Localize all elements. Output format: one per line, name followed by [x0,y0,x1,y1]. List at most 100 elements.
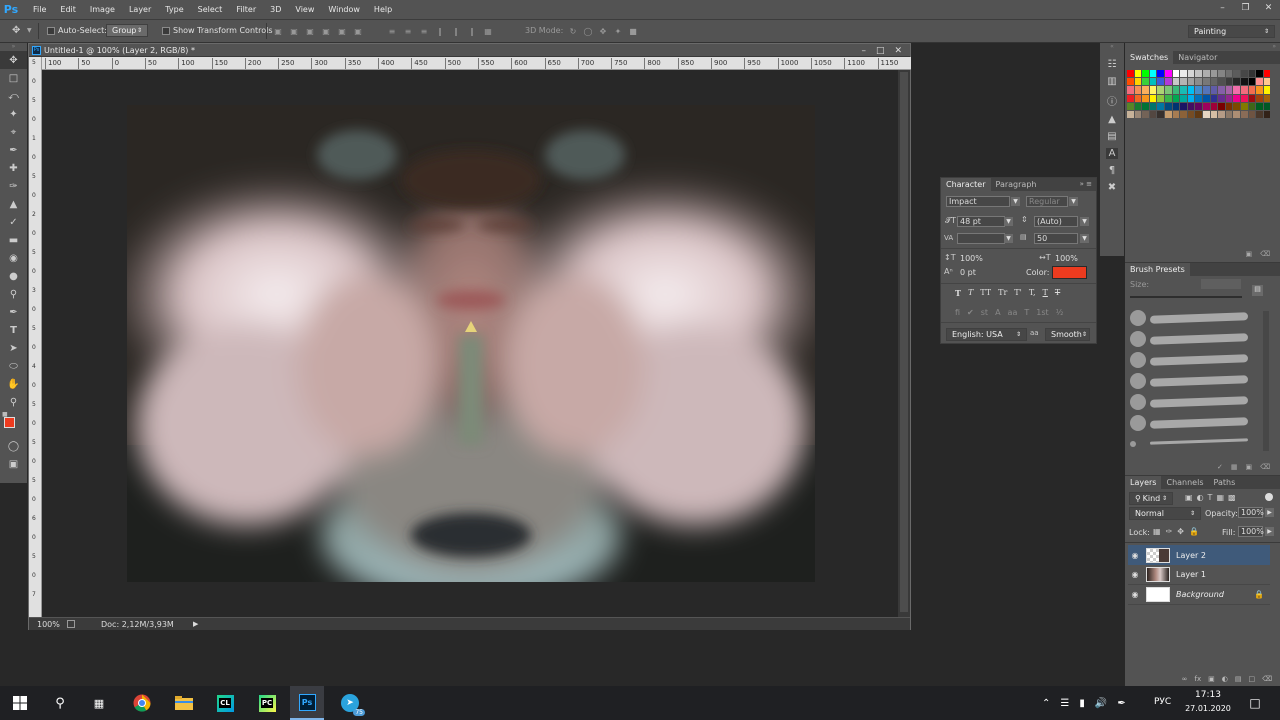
color-swatch[interactable] [1142,70,1149,78]
color-swatch[interactable] [1172,94,1180,102]
color-swatch[interactable] [1195,111,1202,119]
color-swatch[interactable] [1241,70,1248,78]
align-vcenter-icon[interactable]: ▣ [288,25,300,37]
dodge-tool-icon[interactable]: ⚲ [0,285,27,303]
language-indicator[interactable]: РУС [1154,697,1171,707]
layer-row-layer-1[interactable]: ◉ Layer 1 [1128,565,1270,585]
color-swatch[interactable] [1187,102,1195,110]
color-swatch[interactable] [1203,102,1210,110]
paint-bucket-tool-icon[interactable]: ◉ [0,249,27,267]
filter-adjustment-icon[interactable]: ◐ [1197,493,1204,502]
color-swatch[interactable] [1127,102,1134,110]
layer-row-background[interactable]: ◉ Background 🔒 [1128,585,1270,605]
close-icon[interactable]: ✕ [1257,0,1280,15]
color-swatch[interactable] [1142,111,1149,119]
menu-edit[interactable]: Edit [53,0,83,19]
vertical-scale-field[interactable]: 100% [957,253,993,264]
restore-icon[interactable]: ❐ [1234,0,1257,15]
ligatures-icon[interactable]: fi [955,308,960,317]
brush-size-field[interactable] [1201,279,1241,289]
color-swatch[interactable] [1149,70,1157,78]
ordinals-icon[interactable]: T [1024,308,1029,317]
3d-rotate-icon[interactable]: ↻ [567,25,579,37]
3d-slide-icon[interactable]: ✦ [612,25,624,37]
brush-preset-item[interactable] [1128,308,1253,328]
clock-time[interactable]: 17:13 [1184,690,1232,700]
color-swatch[interactable] [1256,70,1263,78]
color-swatch[interactable] [1187,70,1195,78]
strikethrough-button[interactable]: T [1055,288,1060,298]
tab-channels[interactable]: Channels [1161,476,1208,489]
color-swatch[interactable] [1165,102,1172,110]
tracking-field[interactable]: 50 [1034,233,1078,244]
color-swatch[interactable] [1134,70,1142,78]
trash-icon[interactable]: ⌫ [1260,250,1270,260]
align-left-icon[interactable]: ▣ [320,25,332,37]
history-panel-icon[interactable]: ☷ [1108,59,1117,70]
color-swatch[interactable] [1127,94,1134,102]
menu-3d[interactable]: 3D [263,0,288,19]
pycharm-icon[interactable]: PC [250,686,284,720]
info-panel-icon[interactable]: ⓘ [1107,93,1117,108]
color-swatch[interactable] [1263,102,1271,110]
color-swatch[interactable] [1241,94,1248,102]
all-caps-button[interactable]: TT [980,288,991,298]
crop-tool-icon[interactable]: ⌖ [0,123,27,141]
color-swatch[interactable] [1233,102,1240,110]
color-swatch[interactable] [1142,86,1149,94]
kerning-arrow-icon[interactable]: ▼ [1004,234,1013,243]
brush-list[interactable] [1128,308,1253,458]
color-swatch[interactable] [1203,86,1210,94]
font-style-arrow-icon[interactable]: ▼ [1069,197,1078,206]
color-swatch[interactable] [1256,78,1263,86]
brush-preset-item[interactable] [1128,434,1253,454]
color-swatch[interactable] [1180,111,1187,119]
menu-window[interactable]: Window [321,0,367,19]
tracking-arrow-icon[interactable]: ▼ [1080,234,1089,243]
color-swatch[interactable] [1142,78,1149,86]
color-swatch[interactable] [1263,78,1271,86]
color-swatch[interactable] [1195,102,1202,110]
color-swatch[interactable] [1180,94,1187,102]
lasso-tool-icon[interactable]: ⤺ [0,87,27,105]
search-icon[interactable]: ⚲ [43,686,77,720]
horizontal-ruler[interactable]: 100 50 0 50 100 150 200 250 300 350 400 450 500 550 60… [42,57,911,70]
menu-layer[interactable]: Layer [122,0,158,19]
move-tool-icon[interactable]: ✥ [12,25,20,36]
color-swatch[interactable] [1127,78,1134,86]
clion-icon[interactable]: CL [208,686,242,720]
color-swatch[interactable] [1248,86,1256,94]
color-swatch[interactable] [1157,94,1164,102]
notifications-icon[interactable]: □ [1238,686,1272,720]
doc-minimize-icon[interactable]: – [861,46,866,56]
font-family-arrow-icon[interactable]: ▼ [1011,197,1020,206]
color-swatch[interactable] [1172,102,1180,110]
font-family-field[interactable]: Impact [946,196,1010,207]
collapse-icon[interactable]: » [1125,43,1280,51]
fractions-icon[interactable]: ½ [1056,308,1064,317]
tool-preset-chevron-icon[interactable]: ▼ [27,27,32,34]
color-swatch[interactable] [1241,78,1248,86]
minimize-icon[interactable]: – [1211,0,1234,15]
distribute-left-icon[interactable]: ‖ [434,25,446,37]
color-swatch[interactable] [1157,111,1164,119]
network-icon[interactable]: ☰ [1060,698,1069,709]
color-swatch[interactable] [1225,102,1233,110]
task-view-icon[interactable]: ▦ [82,686,116,720]
panel-menu-icon[interactable]: » ≡ [1076,178,1096,191]
color-swatch[interactable] [1218,70,1225,78]
brush-toggle-icon[interactable]: ✓ [1217,463,1223,473]
blur-tool-icon[interactable]: ● [0,267,27,285]
leading-field[interactable]: (Auto) [1034,216,1078,227]
color-swatch[interactable] [1157,78,1164,86]
font-style-field[interactable]: Regular [1026,196,1068,207]
path-select-tool-icon[interactable]: ➤ [0,339,27,357]
fill-value[interactable]: 100% [1238,526,1264,537]
color-swatch[interactable] [1149,94,1157,102]
color-swatch[interactable] [1241,86,1248,94]
color-swatch[interactable] [1127,86,1134,94]
blend-mode-dropdown[interactable]: Normal ⇕ [1129,507,1201,520]
color-swatch[interactable] [1127,111,1134,119]
color-swatch[interactable] [1157,86,1164,94]
brush-tool-icon[interactable]: ✑ [0,177,27,195]
